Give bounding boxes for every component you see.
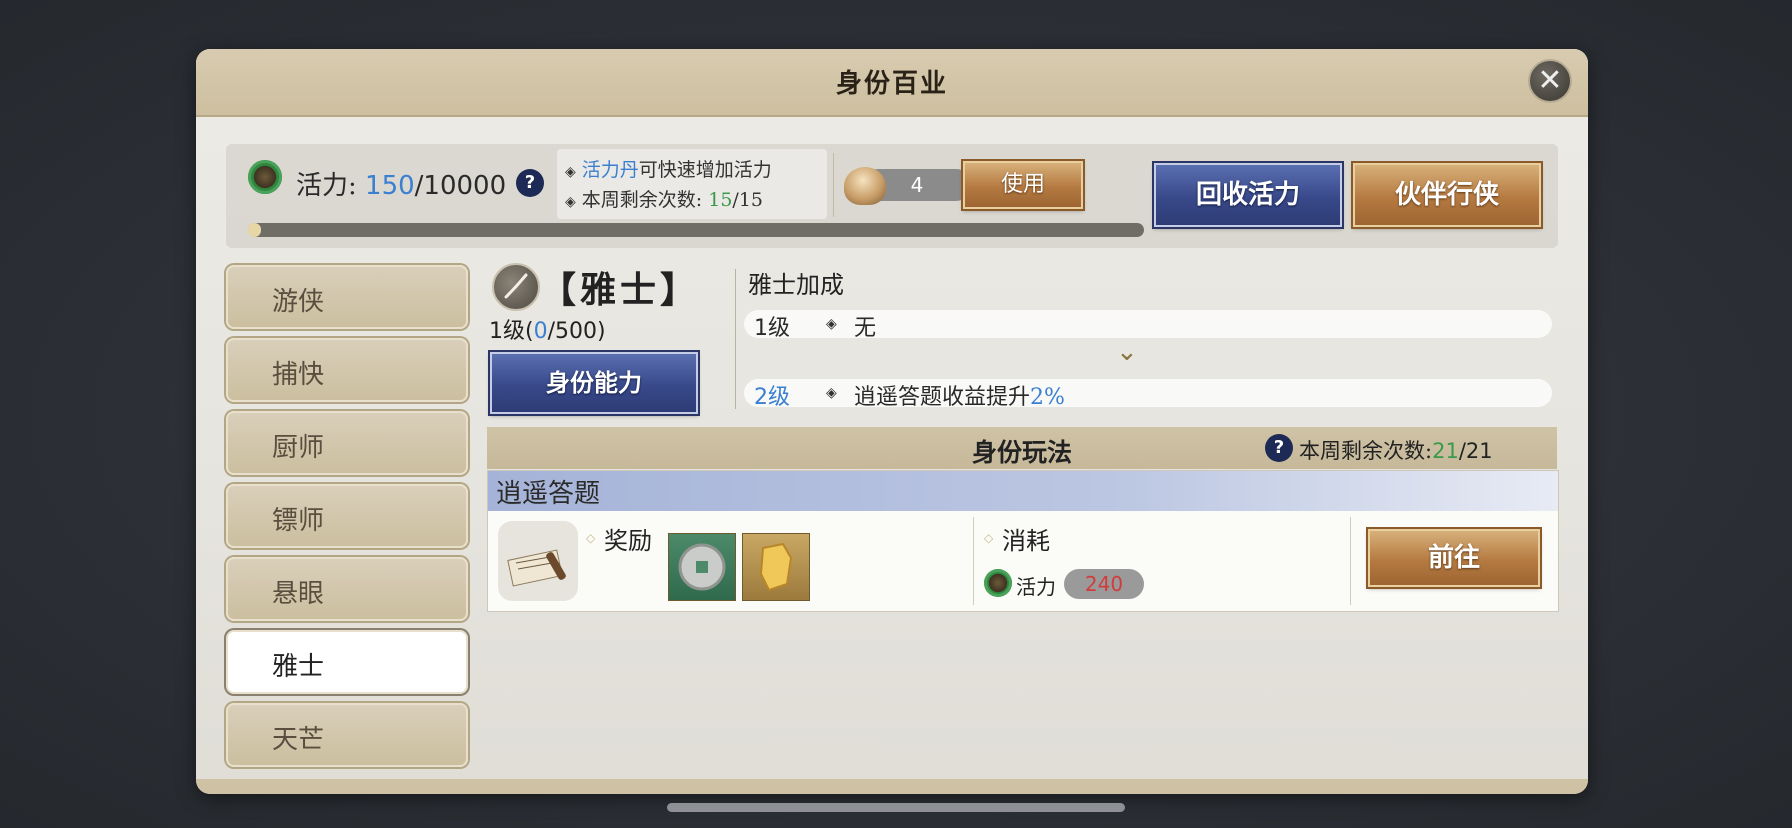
vigor-pill-link[interactable]: 活力丹: [582, 159, 639, 181]
sidebar-item-chushi[interactable]: 厨师: [226, 411, 468, 475]
diamond-icon: ◈: [565, 164, 576, 180]
sidebar-item-xuanyan[interactable]: 悬眼: [226, 557, 468, 621]
identity-level-current: 0: [533, 319, 548, 344]
sidebar-item-label: 游侠: [272, 287, 325, 317]
identity-panel: 身份百业 ✕ 活力: 150/10000 ? ◈ 活力丹可快速增加活力 ◈ 本周剩余…: [196, 49, 1588, 794]
bonus-row1-level: 1级: [754, 316, 790, 341]
info-remaining-label: 本周剩余次数:: [581, 189, 703, 211]
sidebar-item-label: 天芒: [272, 725, 325, 755]
sidebar-item-yashi[interactable]: 雅士: [226, 630, 468, 694]
diamond-icon: ◇: [984, 531, 994, 545]
go-button[interactable]: 前往: [1368, 529, 1540, 587]
chevron-down-icon: ⌄: [1116, 337, 1138, 367]
vigor-progress-fill: [248, 223, 262, 237]
info-remaining-current: 15: [708, 189, 733, 211]
gameplay-remaining-label: 本周剩余次数:: [1299, 439, 1433, 463]
gameplay-card-header: 逍遥答题: [488, 471, 1558, 511]
gameplay-remaining: 本周剩余次数:21/21: [1299, 435, 1493, 465]
bonus-row2-text-wrap: 逍遥答题收益提升2%: [854, 379, 1065, 411]
cost-label: 消耗: [1002, 527, 1050, 555]
bonus-row-level2: 2级 ◈ 逍遥答题收益提升2%: [744, 379, 1552, 410]
gold-fragment-reward-icon[interactable]: [742, 533, 810, 601]
bonus-row-level1: 1级 ◈ 无: [744, 310, 1552, 341]
gameplay-remaining-max: /21: [1458, 439, 1493, 463]
sidebar-item-bukuai[interactable]: 捕快: [226, 338, 468, 402]
bonus-title: 雅士加成: [748, 271, 844, 299]
divider: [1350, 517, 1351, 605]
info-line-pill: ◈ 活力丹可快速增加活力: [565, 155, 772, 182]
bonus-row2-level: 2级: [754, 385, 790, 410]
cost-resource: 活力: [1016, 575, 1056, 599]
diamond-icon: ◇: [586, 531, 596, 545]
info-line-remaining: ◈ 本周剩余次数: 15/15: [565, 185, 763, 212]
bonus-row2-value: 2%: [1030, 385, 1065, 410]
vigor-help-icon[interactable]: ?: [516, 169, 544, 197]
diamond-icon: ◈: [565, 194, 576, 210]
use-button[interactable]: 使用: [963, 161, 1083, 209]
coin-reward-icon[interactable]: [668, 533, 736, 601]
vigor-icon: [984, 569, 1012, 597]
vigor-current: 150: [365, 171, 415, 201]
sidebar-item-label: 捕快: [272, 360, 325, 390]
vigor-progress-bar: [248, 223, 1144, 237]
sidebar-item-label: 厨师: [272, 433, 325, 463]
gameplay-name: 逍遥答题: [496, 479, 601, 509]
identity-level-max: /500): [547, 319, 606, 344]
brush-icon: [492, 263, 540, 311]
divider: [973, 517, 974, 605]
vigor-readout: 活力: 150/10000: [296, 165, 506, 202]
vigor-max: /10000: [414, 171, 507, 201]
bonus-row2-text: 逍遥答题收益提升: [854, 385, 1031, 410]
vigor-pill-item-icon[interactable]: [844, 167, 886, 205]
info-line1-text: 可快速增加活力: [638, 159, 772, 181]
diamond-icon: ◈: [826, 385, 837, 401]
sidebar-item-youxia[interactable]: 游侠: [226, 265, 468, 329]
vigor-icon: [248, 160, 282, 194]
partner-button[interactable]: 伙伴行侠: [1353, 163, 1541, 227]
home-indicator[interactable]: [667, 803, 1125, 812]
sidebar-item-label: 雅士: [272, 652, 325, 682]
scroll-icon: [498, 521, 578, 601]
identity-name: 【雅士】: [540, 269, 701, 311]
identity-level: 1级(0/500): [489, 313, 606, 345]
panel-footer: [196, 779, 1588, 794]
sidebar-item-label: 镖师: [272, 506, 325, 536]
bonus-row1-text: 无: [854, 316, 877, 341]
panel-title: 身份百业: [835, 69, 948, 99]
sidebar-item-biaoshi[interactable]: 镖师: [226, 484, 468, 548]
close-button[interactable]: ✕: [1528, 59, 1572, 103]
identity-ability-button[interactable]: 身份能力: [490, 352, 698, 414]
divider: [735, 269, 736, 409]
reward-label: 奖励: [604, 527, 652, 555]
vigor-info-box: ◈ 活力丹可快速增加活力 ◈ 本周剩余次数: 15/15: [557, 149, 827, 219]
identity-level-prefix: 1级(: [489, 319, 534, 344]
info-remaining-max: /15: [732, 189, 763, 211]
gameplay-remaining-current: 21: [1432, 439, 1459, 463]
diamond-icon: ◈: [826, 316, 837, 332]
gameplay-header: 身份玩法 ? 本周剩余次数:21/21: [487, 427, 1557, 469]
recycle-vigor-button[interactable]: 回收活力: [1154, 163, 1342, 227]
sidebar-item-tianmang[interactable]: 天芒: [226, 703, 468, 767]
divider: [833, 153, 834, 217]
gameplay-card: 逍遥答题 ◇ 奖励 ◇ 消耗 活力 240 前往: [487, 470, 1559, 612]
vigor-label: 活力:: [296, 171, 357, 201]
sidebar-item-label: 悬眼: [272, 579, 325, 609]
gameplay-help-icon[interactable]: ?: [1265, 434, 1293, 462]
cost-value: 240: [1064, 569, 1144, 599]
cost-value-text: 240: [1084, 572, 1124, 596]
